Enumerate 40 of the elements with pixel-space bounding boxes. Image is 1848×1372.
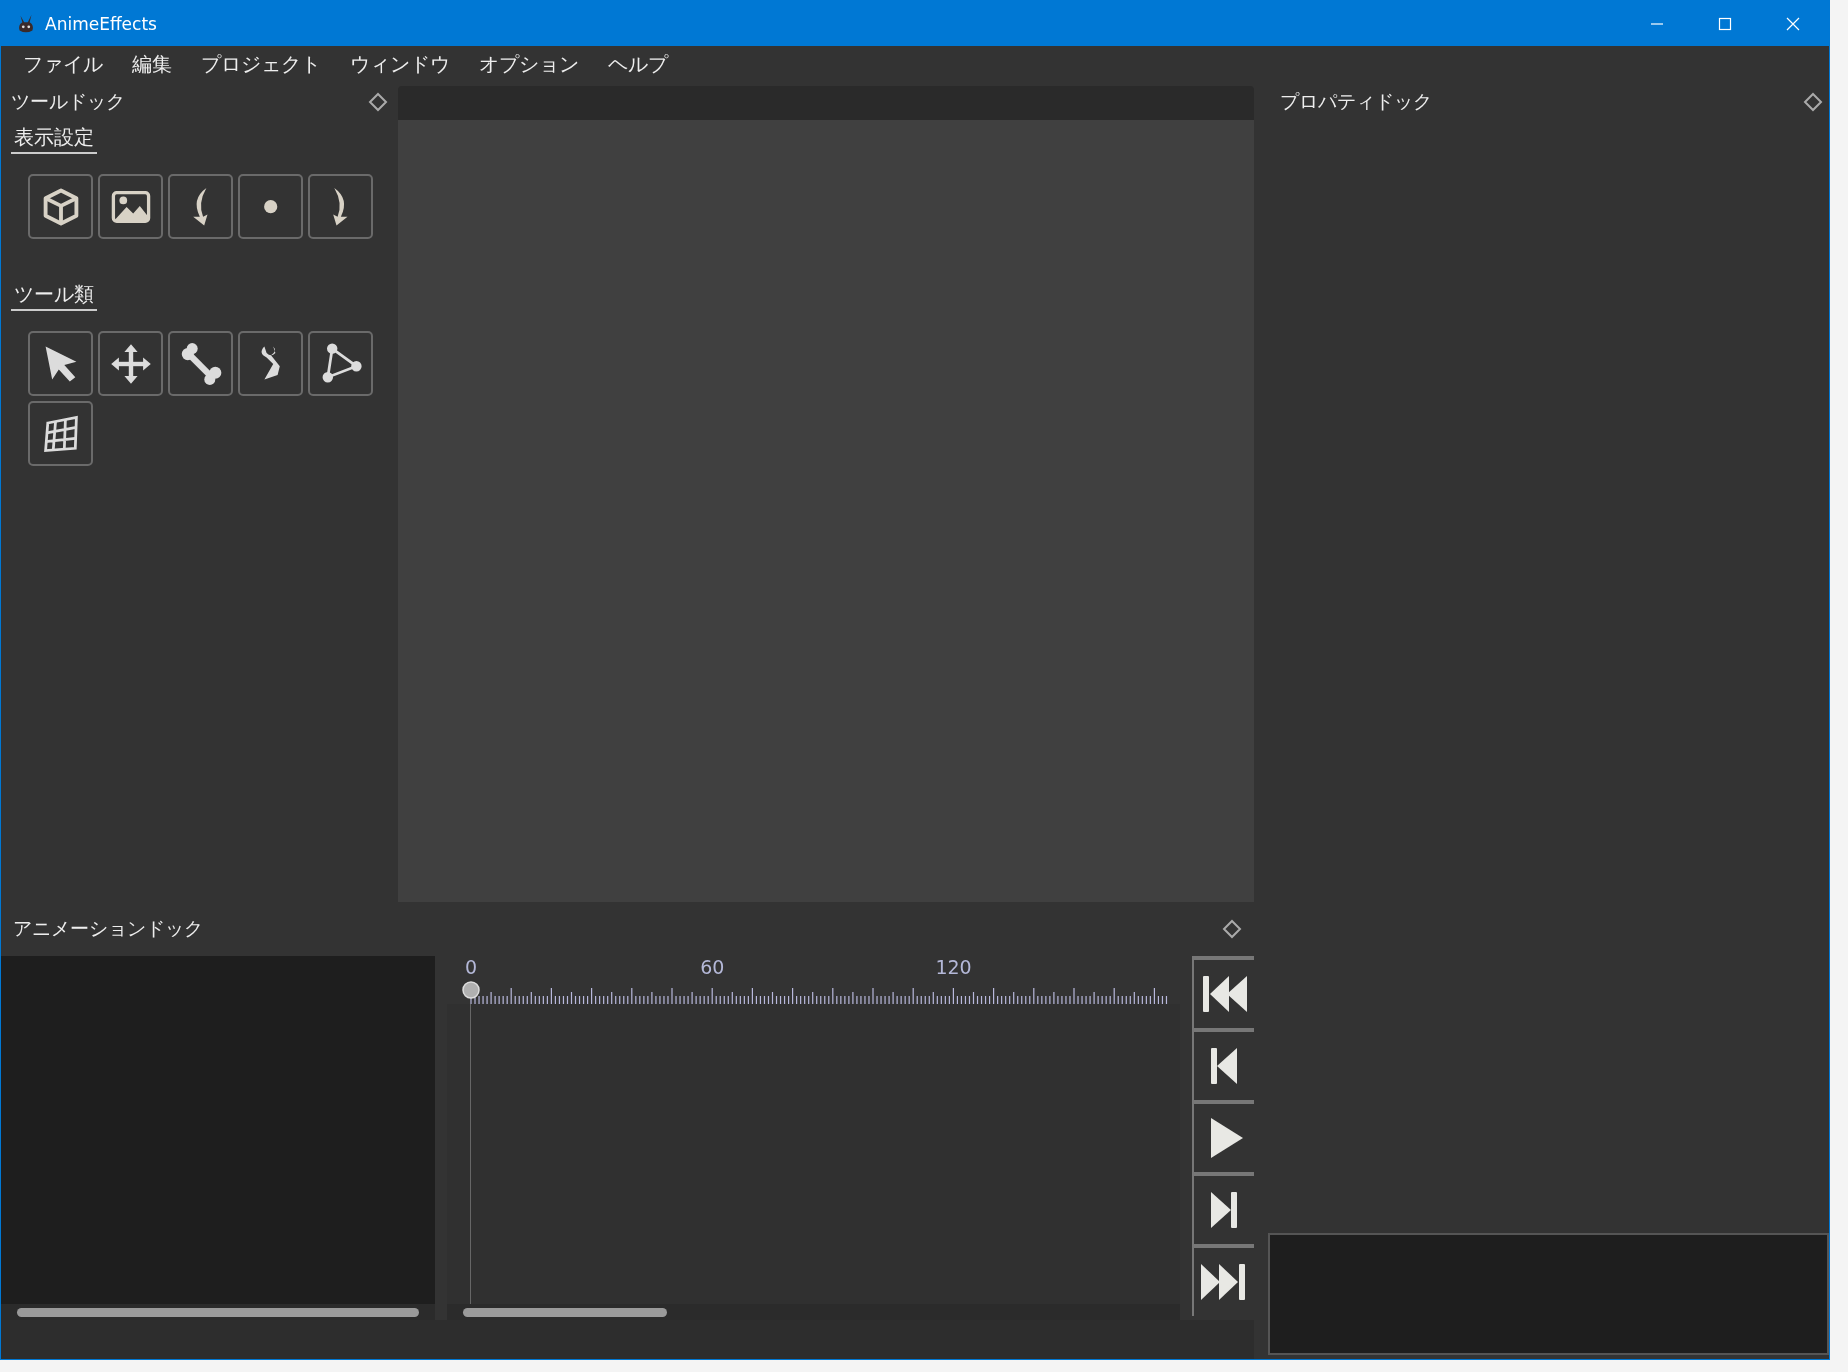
close-icon[interactable] <box>1785 15 1801 32</box>
float-diamond-icon[interactable] <box>368 92 388 112</box>
rotate-left-icon <box>191 186 210 227</box>
cube-button[interactable] <box>28 174 93 239</box>
mesh-button[interactable] <box>28 401 93 466</box>
frame-label: 0 <box>465 956 478 978</box>
dock-title: プロパティドック <box>1280 89 1432 114</box>
triangle-button[interactable] <box>308 331 373 396</box>
menu-item[interactable]: プロジェクト <box>201 50 321 78</box>
bone-button[interactable] <box>168 331 233 396</box>
menu-item[interactable]: ファイル <box>23 50 103 78</box>
move-button[interactable] <box>98 331 163 396</box>
section-title: ツール類 <box>11 281 97 311</box>
maximize-icon[interactable] <box>1717 15 1733 32</box>
menu-item[interactable]: ウィンドウ <box>350 50 450 78</box>
step-forward-button[interactable] <box>1192 1172 1254 1244</box>
dock-title: アニメーションドック <box>13 916 203 941</box>
section-title: 表示設定 <box>11 124 97 154</box>
step-back-button[interactable] <box>1192 1028 1254 1100</box>
scrollbar-thumb[interactable] <box>17 1307 420 1317</box>
dot-icon <box>262 198 279 215</box>
menu-item[interactable]: 編集 <box>132 50 172 78</box>
float-diamond-icon[interactable] <box>1803 92 1823 112</box>
menu-item[interactable]: ヘルプ <box>608 50 668 78</box>
frame-label: 60 <box>700 956 725 978</box>
dot-button[interactable] <box>238 174 303 239</box>
dock-title: ツールドック <box>11 89 125 114</box>
scrollbar-thumb[interactable] <box>463 1307 668 1317</box>
skip-start-button[interactable] <box>1192 956 1254 1028</box>
play-button[interactable] <box>1192 1100 1254 1172</box>
float-diamond-icon[interactable] <box>1222 919 1242 939</box>
frame-label: 120 <box>935 956 972 978</box>
playhead-handle[interactable] <box>461 980 482 1000</box>
image-button[interactable] <box>98 174 163 239</box>
rotate-right-button[interactable] <box>308 174 373 239</box>
cursor-button[interactable] <box>28 331 93 396</box>
window-title: AnimeEffects <box>45 13 157 34</box>
rotate-left-button[interactable] <box>168 174 233 239</box>
joint-button[interactable] <box>238 331 303 396</box>
menu-item[interactable]: オプション <box>479 50 579 78</box>
